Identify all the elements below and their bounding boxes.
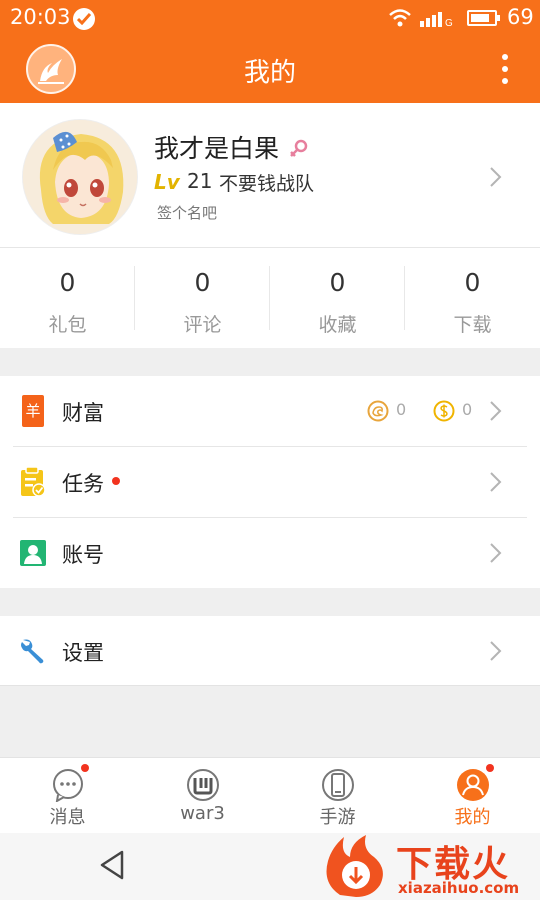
menu-label: 任务 <box>62 472 104 496</box>
flame-logo-icon <box>326 835 383 897</box>
battery-level: 69 <box>507 5 534 29</box>
chevron-right-icon <box>490 641 502 661</box>
nav-label: 消息 <box>49 807 86 828</box>
chevron-right-icon <box>490 167 502 187</box>
menu-label: 账号 <box>62 543 104 567</box>
watermark-url: xiazaihuo.com <box>398 879 520 897</box>
signal-icon: G <box>420 12 453 27</box>
coin-a-count: 0 <box>396 400 407 419</box>
dollar-coin-icon <box>433 400 455 422</box>
wealth-icon: 羊 <box>22 395 44 427</box>
watermark: 下载火 xiazaihuo.com <box>318 833 540 900</box>
stat-value: 0 <box>329 268 346 297</box>
menu-item-tasks[interactable]: 任务 <box>0 447 540 517</box>
coin-b-balance: 0 <box>433 400 483 422</box>
nav-label: 手游 <box>319 807 356 828</box>
signature: 签个名吧 <box>157 204 218 222</box>
nav-item-mobile-games[interactable]: 手游 <box>270 758 405 834</box>
stat-gifts[interactable]: 0 礼包 <box>0 248 135 348</box>
stat-comments[interactable]: 0 评论 <box>135 248 270 348</box>
network-label: G <box>445 18 453 27</box>
stat-value: 0 <box>194 268 211 297</box>
wifi-icon <box>389 9 411 27</box>
level-badge: Lv <box>154 170 180 194</box>
menu-item-settings[interactable]: 设置 <box>0 616 540 686</box>
status-time: 20:03 <box>10 5 71 29</box>
battery-icon <box>467 10 500 26</box>
avatar[interactable] <box>22 119 138 235</box>
status-bar: 20:03 G 69 <box>0 0 540 36</box>
task-clipboard-icon <box>21 467 46 497</box>
page-title: 我的 <box>243 58 296 88</box>
check-icon <box>73 8 95 30</box>
stat-favorites[interactable]: 0 收藏 <box>270 248 405 348</box>
username: 我才是白果 <box>154 134 280 163</box>
stat-downloads[interactable]: 0 下载 <box>405 248 540 348</box>
stat-label: 礼包 <box>48 314 87 336</box>
stat-label: 评论 <box>183 314 222 336</box>
app-bar: 我的 <box>0 36 540 103</box>
stats-row: 0 礼包 0 评论 0 收藏 0 下载 <box>0 248 540 348</box>
chevron-right-icon <box>490 472 502 492</box>
menu-item-wealth[interactable]: 羊 财富 0 0 <box>0 376 540 446</box>
profile-icon <box>456 769 489 801</box>
coin-a-balance: 0 <box>367 400 417 422</box>
bottom-nav: 消息 war3 手游 我的 <box>0 757 540 833</box>
menu-card-main: 羊 财富 0 0 任务 账号 <box>0 376 540 588</box>
menu-label: 财富 <box>62 401 104 425</box>
chevron-right-icon <box>490 401 502 421</box>
wealth-icon-glyph: 羊 <box>25 402 41 420</box>
stat-label: 收藏 <box>318 314 357 336</box>
nav-label: war3 <box>180 803 225 824</box>
menu-label: 设置 <box>62 641 104 665</box>
nav-item-war3[interactable]: war3 <box>135 758 270 834</box>
profile-card[interactable]: 我才是白果 Lv 21 不要钱战队 签个名吧 <box>0 103 540 248</box>
level-number: 21 <box>187 169 213 193</box>
coin-b-count: 0 <box>462 400 473 419</box>
nav-item-profile[interactable]: 我的 <box>405 758 540 834</box>
war3-icon <box>186 769 219 801</box>
chevron-right-icon <box>490 543 502 563</box>
wrench-icon <box>21 639 44 664</box>
message-icon <box>52 769 83 802</box>
stat-label: 下载 <box>453 314 492 336</box>
notification-dot <box>486 764 494 772</box>
stat-value: 0 <box>464 268 481 297</box>
menu-card-settings: 设置 <box>0 616 540 686</box>
account-card-icon <box>20 540 46 566</box>
phone-icon <box>321 769 354 801</box>
coin-a-icon <box>367 400 389 422</box>
notification-dot <box>112 477 120 485</box>
nav-item-messages[interactable]: 消息 <box>0 758 135 834</box>
nav-label: 我的 <box>454 807 491 828</box>
more-options-icon[interactable] <box>495 51 515 87</box>
notification-dot <box>81 764 89 772</box>
menu-item-account[interactable]: 账号 <box>0 518 540 588</box>
back-triangle-icon[interactable] <box>98 849 126 881</box>
female-icon <box>290 139 308 157</box>
stat-value: 0 <box>59 268 76 297</box>
team-name: 不要钱战队 <box>219 173 315 195</box>
